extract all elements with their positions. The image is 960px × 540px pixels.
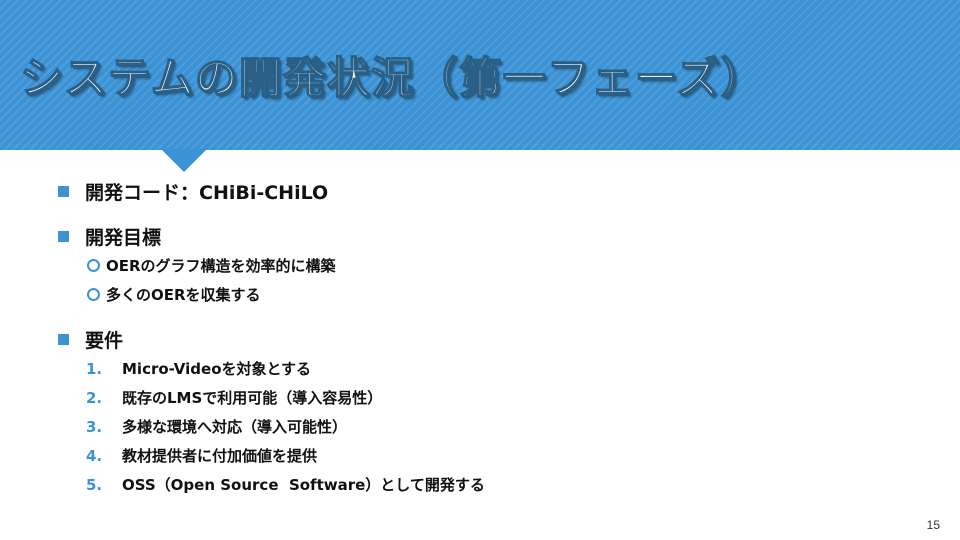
item-number: 1. bbox=[86, 359, 103, 378]
bullet-development-code: 開発コード：CHiBi-CHiLO bbox=[58, 176, 918, 206]
square-bullet-icon bbox=[58, 185, 69, 197]
item-text: 教材提供者に付加価値を提供 bbox=[122, 447, 318, 465]
square-bullet-icon bbox=[58, 333, 69, 345]
sub-bullet-graph-structure: OERのグラフ構造を効率的に構築 bbox=[58, 251, 918, 280]
item-number: 3. bbox=[86, 417, 103, 436]
item-text: 既存のLMSで利用可能（導入容易性） bbox=[122, 389, 383, 407]
circle-bullet-icon bbox=[87, 288, 100, 301]
slide-title: システムの開発状況（第一フェーズ） bbox=[19, 53, 765, 105]
item-number: 5. bbox=[86, 475, 103, 494]
bullet-text: 要件 bbox=[85, 329, 124, 352]
slide-content: 開発コード：CHiBi-CHiLO 開発目標 OERのグラフ構造を効率的に構築 … bbox=[58, 176, 918, 499]
item-number: 4. bbox=[86, 446, 103, 465]
item-text: OSS（Open Source Software）として開発する bbox=[122, 476, 485, 494]
sub-bullet-text: OERのグラフ構造を効率的に構築 bbox=[106, 257, 336, 275]
bullet-development-goals: 開発目標 bbox=[58, 221, 918, 251]
item-text: Micro-Videoを対象とする bbox=[122, 360, 312, 378]
requirement-item: 5. OSS（Open Source Software）として開発する bbox=[58, 470, 918, 499]
page-number: 15 bbox=[926, 518, 940, 532]
requirement-item: 2. 既存のLMSで利用可能（導入容易性） bbox=[58, 383, 918, 412]
item-number: 2. bbox=[86, 388, 103, 407]
banner-pointer bbox=[161, 149, 207, 172]
title-banner: システムの開発状況（第一フェーズ） bbox=[0, 0, 960, 150]
requirement-item: 1. Micro-Videoを対象とする bbox=[58, 354, 918, 383]
item-text: 多様な環境へ対応（導入可能性） bbox=[122, 418, 348, 436]
bullet-text: 開発コード：CHiBi-CHiLO bbox=[85, 181, 329, 204]
sub-bullet-collect-oer: 多くのOERを収集する bbox=[58, 280, 918, 309]
requirement-item: 3. 多様な環境へ対応（導入可能性） bbox=[58, 412, 918, 441]
sub-bullet-text: 多くのOERを収集する bbox=[106, 286, 261, 304]
requirement-item: 4. 教材提供者に付加価値を提供 bbox=[58, 441, 918, 470]
circle-bullet-icon bbox=[87, 259, 100, 272]
bullet-text: 開発目標 bbox=[85, 226, 162, 249]
bullet-requirements: 要件 bbox=[58, 324, 918, 354]
square-bullet-icon bbox=[58, 230, 69, 242]
